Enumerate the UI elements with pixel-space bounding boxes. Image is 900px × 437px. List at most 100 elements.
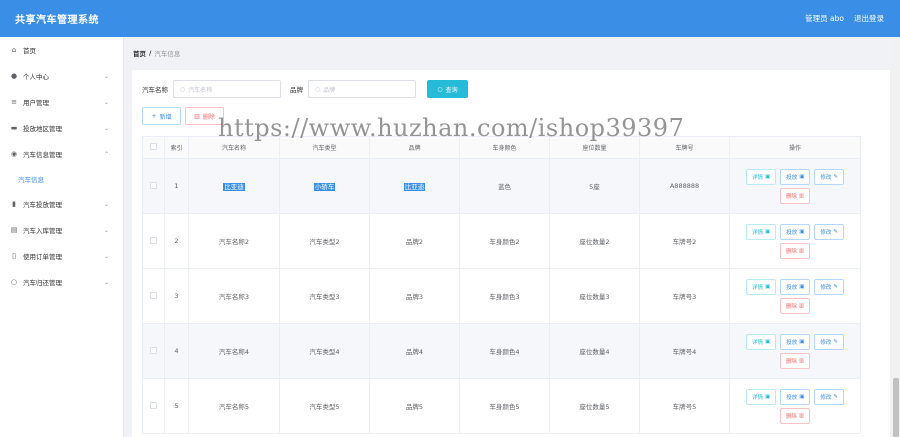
cell-brand: 品牌3 [369, 268, 460, 324]
delete-button[interactable]: 删除 ▥ [779, 242, 811, 259]
deploy-button[interactable]: 投放 ▣ [780, 168, 811, 185]
sidebar-item-label: 用户管理 [23, 99, 49, 107]
sidebar-item-home[interactable]: ⌂ 首页 [0, 37, 123, 63]
row-checkbox[interactable] [150, 181, 157, 189]
deploy-button[interactable]: 投放 ▣ [780, 388, 811, 405]
deploy-button[interactable]: 投放 ▣ [780, 223, 811, 240]
brand-input[interactable]: ○ 品牌 [308, 80, 416, 98]
row-select-cell[interactable] [142, 323, 165, 379]
sidebar-item-car-storage[interactable]: ▤ 汽车入库管理 ⌄ [0, 217, 123, 243]
detail-button[interactable]: 详情 ▣ [745, 333, 777, 350]
column-header-seats: 座位数量 [549, 136, 640, 159]
home-icon: ⌂ [11, 46, 17, 54]
row-checkbox[interactable] [150, 291, 157, 299]
chevron-down-icon: ⌄ [103, 98, 109, 106]
cell-seats: 座位数量5 [549, 378, 640, 434]
add-button[interactable]: + 新增 [142, 107, 181, 125]
deploy-button-label: 投放 [786, 339, 798, 346]
edit-button[interactable]: 修改 ✎ [814, 388, 845, 405]
car-name-input[interactable]: ○ 汽车名称 [173, 80, 281, 98]
edit-button[interactable]: 修改 ✎ [814, 278, 845, 295]
delete-button[interactable]: 删除 ▥ [779, 352, 811, 369]
sidebar-item-personal-center[interactable]: ● 个人中心 ⌄ [0, 63, 123, 89]
table-row[interactable]: 3 汽车名称3 汽车类型3 品牌3 车身颜色3 座位数量3 车牌号3 详情 ▣ 投… [142, 268, 861, 324]
row-select-cell[interactable] [142, 158, 165, 214]
row-select-cell[interactable] [142, 213, 165, 269]
row-checkbox[interactable] [150, 346, 157, 354]
sidebar-item-label: 投放地区管理 [23, 125, 62, 133]
detail-button[interactable]: 详情 ▣ [745, 278, 777, 295]
breadcrumb-home[interactable]: 首页 [133, 48, 146, 58]
delete-button-label: 删除 [785, 193, 797, 200]
sidebar-item-region-management[interactable]: ▬ 投放地区管理 ⌄ [0, 115, 123, 141]
sidebar-subitem-car-info[interactable]: 汽车信息 [0, 167, 123, 191]
cell-actions: 详情 ▣ 投放 ▣ 修改 ✎ 删除 ▥ [729, 378, 861, 434]
table-row[interactable]: 1 比亚迪 小轿车 比亚迪 蓝色 5座 A888888 详情 ▣ 投放 ▣ 修改 ✎ … [142, 158, 861, 214]
table-row[interactable]: 4 汽车名称4 汽车类型4 品牌4 车身颜色4 座位数量4 车牌号4 详情 ▣ 投… [142, 323, 861, 379]
chevron-down-icon: ⌄ [103, 278, 109, 286]
cell-name: 汽车名称2 [188, 213, 280, 269]
detail-button[interactable]: 详情 ▣ [745, 168, 777, 185]
query-button[interactable]: ○ 查询 [427, 80, 468, 98]
cell-actions: 详情 ▣ 投放 ▣ 修改 ✎ 删除 ▥ [729, 213, 861, 269]
cell-brand: 品牌2 [369, 213, 460, 269]
edit-button[interactable]: 修改 ✎ [814, 333, 845, 350]
select-all-checkbox[interactable] [150, 143, 157, 150]
table-row[interactable]: 2 汽车名称2 汽车类型2 品牌2 车身颜色2 座位数量2 车牌号2 详情 ▣ 投… [142, 213, 861, 269]
scrollbar-thumb[interactable] [893, 378, 899, 437]
edit-icon: ✎ [833, 338, 839, 345]
sidebar-item-user-management[interactable]: ≡ 用户管理 ⌄ [0, 89, 123, 115]
column-header-index: 索引 [164, 136, 189, 159]
chevron-down-icon: ⌄ [103, 124, 109, 132]
cell-index: 5 [164, 378, 189, 434]
deploy-button-label: 投放 [786, 284, 798, 291]
edit-button[interactable]: 修改 ✎ [814, 168, 845, 185]
sidebar-item-car-deployment[interactable]: ▮ 汽车投放管理 ⌄ [0, 191, 123, 217]
select-all-cell[interactable] [142, 136, 165, 159]
delete-button[interactable]: 删除 ▥ [779, 297, 811, 314]
cell-seats: 座位数量3 [549, 268, 640, 324]
detail-button[interactable]: 详情 ▣ [745, 223, 777, 240]
breadcrumb-current: 汽车信息 [154, 49, 181, 58]
trash-icon: ▥ [798, 357, 805, 364]
trash-icon: ▥ [798, 412, 805, 419]
delete-button[interactable]: 删除 ▥ [779, 407, 811, 424]
detail-button-label: 详情 [751, 339, 763, 346]
sidebar-item-car-info-management[interactable]: ◉ 汽车信息管理 ⌃ [0, 141, 123, 167]
deploy-button-label: 投放 [786, 174, 798, 181]
scrollbar-track[interactable] [892, 37, 900, 437]
cell-brand: 品牌5 [369, 378, 460, 434]
row-checkbox[interactable] [150, 401, 157, 409]
trash-icon: ▥ [798, 302, 805, 309]
deploy-button-label: 投放 [786, 394, 798, 401]
sidebar-item-car-return[interactable]: ○ 汽车归还管理 ⌄ [0, 269, 123, 295]
cell-name: 汽车名称3 [188, 268, 280, 324]
deploy-button[interactable]: 投放 ▣ [780, 278, 811, 295]
user-icon: ● [10, 72, 18, 80]
detail-button[interactable]: 详情 ▣ [745, 388, 777, 405]
batch-delete-button[interactable]: ▥ 删除 [185, 107, 224, 125]
logout-link[interactable]: 退出登录 [854, 13, 884, 24]
cell-seats: 5座 [549, 158, 640, 214]
chevron-down-icon: ⌄ [103, 72, 109, 80]
doc-icon: ▣ [764, 228, 771, 235]
deploy-button[interactable]: 投放 ▣ [780, 333, 811, 350]
cell-type: 汽车类型3 [279, 268, 370, 324]
car-name-label: 汽车名称 [142, 86, 168, 94]
location-icon: ◉ [10, 150, 18, 158]
cell-index: 3 [164, 268, 189, 324]
sidebar-item-order-management[interactable]: ▯ 使用订单管理 ⌄ [0, 243, 123, 269]
delete-button[interactable]: 删除 ▥ [779, 187, 811, 204]
doc-icon: ▣ [764, 173, 771, 180]
chevron-down-icon: ⌄ [103, 200, 109, 208]
edit-button[interactable]: 修改 ✎ [814, 223, 845, 240]
row-select-cell[interactable] [142, 378, 165, 434]
row-checkbox[interactable] [150, 236, 157, 244]
circle-icon: ○ [10, 278, 18, 286]
table-row[interactable]: 5 汽车名称5 汽车类型5 品牌5 车身颜色5 座位数量5 车牌号5 详情 ▣ 投… [142, 378, 861, 434]
row-select-cell[interactable] [142, 268, 165, 324]
selected-text: 小轿车 [313, 183, 336, 191]
cell-plate: 车牌号4 [639, 323, 730, 379]
doc-icon: ▣ [764, 283, 771, 290]
sidebar-item-label: 首页 [23, 47, 36, 55]
